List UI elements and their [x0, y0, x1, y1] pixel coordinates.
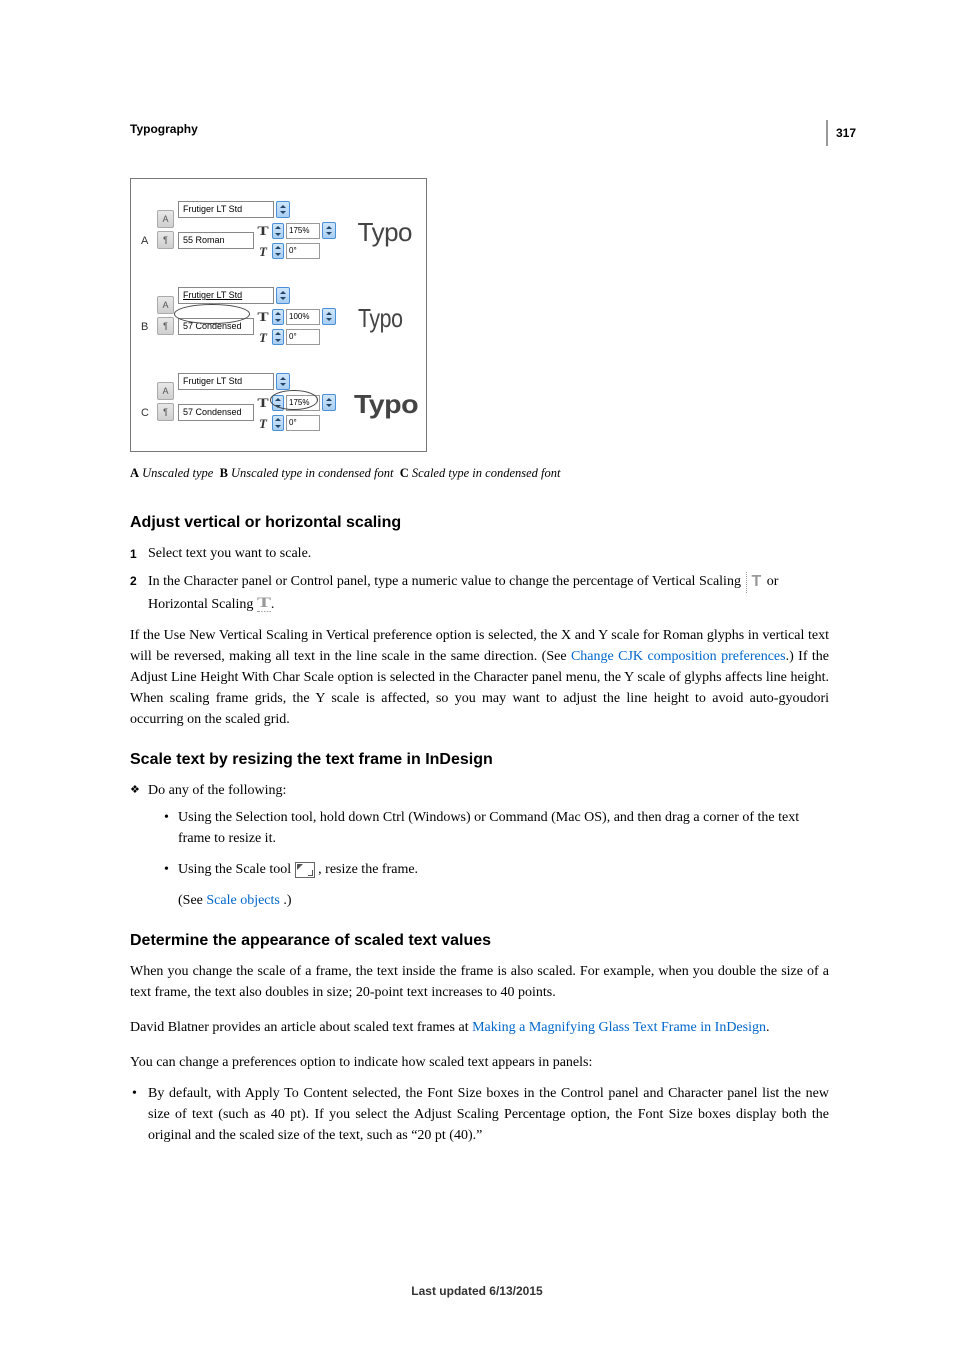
paragraph: David Blatner provides an article about … [130, 1017, 829, 1038]
vertical-scaling-icon: T [746, 570, 761, 594]
dropdown-icon[interactable] [276, 287, 290, 304]
annotation-circle-icon [270, 390, 318, 410]
heading-scale-by-resize: Scale text by resizing the text frame in… [130, 748, 829, 772]
text-fragment: , resize the frame. [315, 862, 418, 877]
stepper-icon[interactable] [272, 223, 284, 239]
dropdown-icon[interactable] [322, 308, 336, 325]
para-tab-icon: ¶ [157, 317, 174, 335]
horizontal-scale-field[interactable]: 100% [286, 309, 320, 325]
caption-text: Unscaled type in condensed font [231, 466, 393, 480]
skew-field[interactable]: 0° [286, 415, 320, 431]
list-item: Using the Scale tool , resize the frame. [164, 859, 829, 880]
link-cjk-preferences[interactable]: Change CJK composition preferences [571, 649, 786, 664]
sample-text: Typo [354, 385, 418, 424]
text-fragment: . [766, 1020, 770, 1035]
figure-row-label: A [141, 233, 157, 250]
char-tab-icon: A [157, 210, 174, 228]
section-header: Typography [130, 120, 829, 138]
skew-icon: T [256, 242, 270, 262]
horizontal-scale-field[interactable]: 175% [286, 223, 320, 239]
char-tab-icon: A [157, 296, 174, 314]
paragraph: You can change a preferences option to i… [130, 1052, 829, 1073]
dropdown-icon[interactable] [322, 222, 336, 239]
horizontal-scaling-icon: T [257, 597, 271, 612]
link-scale-objects[interactable]: Scale objects [206, 893, 279, 908]
lead-text: Do any of the following: [148, 780, 286, 801]
stepper-icon[interactable] [272, 415, 284, 431]
step-text: Select text you want to scale. [148, 543, 829, 564]
step-number: 2 [130, 570, 148, 615]
para-tab-icon: ¶ [157, 403, 174, 421]
caption-label: B [220, 466, 228, 480]
figure-row-label: B [141, 319, 157, 336]
sample-text: Typo [358, 213, 412, 252]
paragraph: If the Use New Vertical Scaling in Verti… [130, 625, 829, 730]
heading-appearance-scaled: Determine the appearance of scaled text … [130, 929, 829, 953]
font-family-field[interactable]: Frutiger LT Std [178, 287, 274, 304]
skew-icon: T [256, 414, 270, 434]
figure-scaling-examples: A A ¶ Frutiger LT Std 55 Roman T 175% [130, 178, 427, 452]
para-tab-icon: ¶ [157, 231, 174, 249]
horizontal-scale-icon: T [254, 221, 272, 241]
horizontal-scale-icon: T [254, 307, 272, 327]
see-also: (See Scale objects .) [130, 890, 829, 911]
step-number: 1 [130, 543, 148, 564]
stepper-icon[interactable] [272, 243, 284, 259]
figure-caption: A Unscaled type B Unscaled type in conde… [130, 464, 829, 483]
footer-last-updated: Last updated 6/13/2015 [0, 1282, 954, 1300]
skew-icon: T [256, 328, 270, 348]
font-style-field[interactable]: 57 Condensed [178, 404, 254, 421]
dropdown-icon[interactable] [276, 201, 290, 218]
font-family-field[interactable]: Frutiger LT Std [178, 373, 274, 390]
link-magnifying-glass[interactable]: Making a Magnifying Glass Text Frame in … [472, 1020, 766, 1035]
page-number: 317 [826, 120, 856, 146]
text-fragment: Using the Scale tool [178, 862, 295, 877]
paragraph: When you change the scale of a frame, th… [130, 961, 829, 1003]
font-style-field[interactable]: 55 Roman [178, 232, 254, 249]
text-fragment: In the Character panel or Control panel,… [148, 574, 744, 589]
skew-field[interactable]: 0° [286, 243, 320, 259]
list-item: Using the Selection tool, hold down Ctrl… [164, 807, 829, 849]
char-tab-icon: A [157, 382, 174, 400]
annotation-circle-icon [174, 304, 250, 324]
dropdown-icon[interactable] [276, 373, 290, 390]
horizontal-scale-icon: T [254, 393, 272, 413]
text-fragment: David Blatner provides an article about … [130, 1020, 472, 1035]
font-family-field[interactable]: Frutiger LT Std [178, 201, 274, 218]
skew-field[interactable]: 0° [286, 329, 320, 345]
heading-adjust-scaling: Adjust vertical or horizontal scaling [130, 511, 829, 535]
scale-tool-icon [295, 862, 315, 878]
text-fragment: . [271, 597, 275, 612]
caption-label: C [400, 466, 409, 480]
caption-text: Unscaled type [142, 466, 213, 480]
text-fragment: (See [178, 893, 206, 908]
diamond-bullet-icon: ❖ [130, 780, 148, 801]
text-fragment: .) [280, 893, 292, 908]
figure-row-label: C [141, 405, 157, 422]
dropdown-icon[interactable] [322, 394, 336, 411]
caption-label: A [130, 466, 139, 480]
stepper-icon[interactable] [272, 309, 284, 325]
caption-text: Scaled type in condensed font [412, 466, 561, 480]
step-text: In the Character panel or Control panel,… [148, 570, 829, 615]
list-item: By default, with Apply To Content select… [130, 1083, 829, 1146]
sample-text: Typo [358, 299, 403, 338]
stepper-icon[interactable] [272, 329, 284, 345]
